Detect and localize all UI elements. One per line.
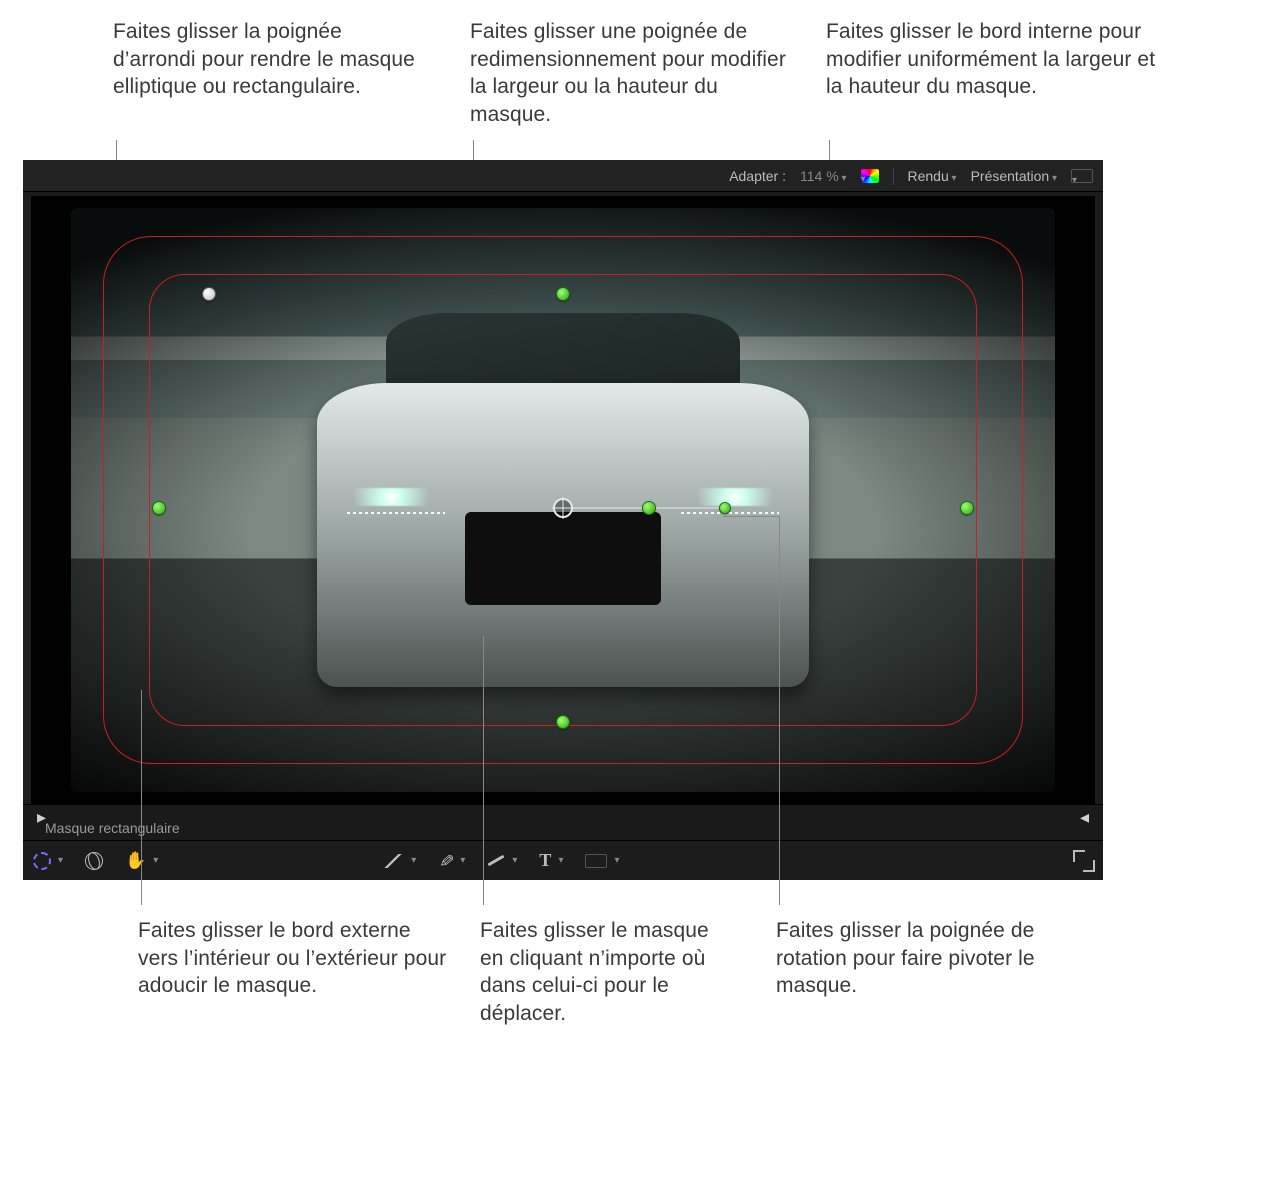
- pen-icon: [438, 850, 453, 871]
- viewer-window: Adapter : 114 % Rendu Présentation: [23, 160, 1103, 880]
- lead-line: [483, 636, 484, 905]
- lead-line: [141, 690, 142, 905]
- pen-tool-button[interactable]: [438, 850, 465, 871]
- rect-icon: [585, 854, 607, 868]
- globe-icon: [83, 849, 106, 872]
- lead-line: [779, 516, 780, 905]
- mask-resize-handle-bottom[interactable]: [557, 716, 569, 728]
- hand-icon: ✋: [125, 851, 146, 871]
- callout-round-handle: Faites glisser la poignée d’arrondi pour…: [113, 18, 423, 101]
- aspect-dropdown[interactable]: [1071, 169, 1093, 183]
- canvas[interactable]: [31, 196, 1095, 804]
- render-dropdown[interactable]: Rendu: [908, 168, 957, 184]
- mask-resize-handle-left[interactable]: [153, 502, 165, 514]
- fullscreen-button[interactable]: [1075, 852, 1093, 870]
- mask-rotation-midpoint[interactable]: [643, 502, 655, 514]
- fit-dropdown[interactable]: 114 %: [800, 168, 846, 184]
- separator: [893, 167, 894, 185]
- callout-resize-handle: Faites glisser une poignée de redimensio…: [470, 18, 790, 129]
- car-headlight-left: [337, 488, 445, 506]
- callout-move-mask: Faites glisser le masque en cliquant n’i…: [480, 917, 730, 1028]
- mask-resize-handle-right[interactable]: [961, 502, 973, 514]
- mask-resize-handle-top[interactable]: [557, 288, 569, 300]
- text-tool-button[interactable]: T: [539, 850, 563, 871]
- car-grille: [465, 512, 662, 605]
- line-icon: [382, 854, 404, 868]
- line-tool-button[interactable]: [382, 854, 416, 868]
- mask-shape-icon: [33, 852, 51, 870]
- brush-tool-button[interactable]: [487, 855, 517, 866]
- car-led-left: [347, 512, 445, 514]
- car-led-right: [681, 512, 779, 514]
- viewer-topbar: Adapter : 114 % Rendu Présentation: [23, 160, 1103, 192]
- callout-outer-edge: Faites glisser le bord externe vers l’in…: [138, 917, 448, 1000]
- mask-center-anchor[interactable]: [553, 498, 573, 518]
- brush-icon: [488, 855, 505, 867]
- mask-name-label: Masque rectangulaire: [45, 820, 180, 836]
- canvas-toolbar: ✋ T: [23, 840, 1103, 880]
- car-headlight-right: [681, 488, 789, 506]
- lead-line: [723, 516, 779, 517]
- rect-tool-button[interactable]: [585, 854, 619, 868]
- timeline-strip: ▸ Masque rectangulaire ◂: [23, 804, 1103, 840]
- text-icon: T: [539, 850, 551, 871]
- fit-label: Adapter :: [729, 168, 786, 184]
- expand-icon: [1075, 852, 1093, 870]
- view-dropdown[interactable]: Présentation: [971, 168, 1057, 184]
- 3d-transform-button[interactable]: [85, 852, 103, 870]
- colorspace-dropdown[interactable]: [861, 169, 879, 183]
- callout-inner-edge: Faites glisser le bord interne pour modi…: [826, 18, 1166, 101]
- out-marker-icon[interactable]: ◂: [1080, 807, 1089, 828]
- mask-roundness-handle[interactable]: [203, 288, 215, 300]
- callout-rotate-handle: Faites glisser la poignée de rotation po…: [776, 917, 1106, 1000]
- mask-tool-button[interactable]: [33, 852, 63, 870]
- mask-rotation-handle[interactable]: [720, 503, 730, 513]
